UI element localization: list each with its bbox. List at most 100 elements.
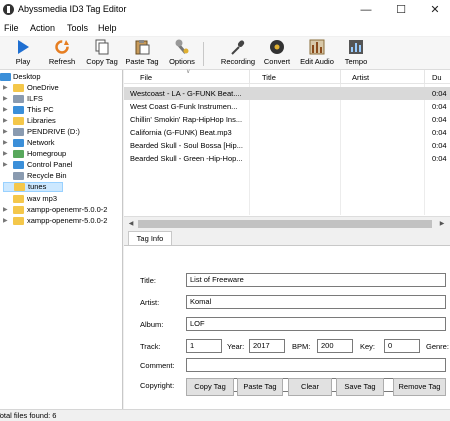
scroll-right-icon[interactable]: ▶ — [437, 219, 447, 229]
tree-item-label: Recycle Bin — [27, 171, 67, 180]
convert-icon — [270, 40, 284, 54]
album-field[interactable]: LOF — [186, 317, 446, 331]
drive-icon — [13, 128, 24, 136]
maximize-button[interactable]: ☐ — [384, 0, 418, 20]
play-button[interactable]: Play — [8, 39, 38, 69]
menu-file[interactable]: File — [4, 23, 19, 33]
edit-audio-icon — [309, 39, 325, 55]
paste-tag-icon — [135, 40, 150, 55]
folder-icon — [13, 84, 24, 92]
network-icon — [13, 139, 24, 147]
copy-tag-form-button[interactable]: Copy Tag — [186, 378, 234, 396]
recycle-bin-icon — [13, 172, 24, 180]
tempo-icon — [349, 40, 363, 54]
convert-button[interactable]: Convert — [260, 39, 294, 69]
expand-arrow-icon[interactable]: ▶ — [3, 116, 8, 126]
tab-tag-info[interactable]: Tag Info — [128, 231, 172, 245]
toolbar-divider — [203, 42, 204, 66]
year-field[interactable]: 2017 — [249, 339, 285, 353]
toolbar: Play Refresh Copy Tag Paste Tag Options … — [0, 37, 450, 70]
recording-label: Recording — [220, 57, 256, 66]
menu-help[interactable]: Help — [98, 23, 117, 33]
tree-item-label: PENDRIVE (D:) — [27, 127, 80, 136]
expand-arrow-icon[interactable]: ▶ — [3, 205, 8, 215]
file-row[interactable]: Westcoast - LA - G-FUNK Beat.... 0:04 — [124, 87, 450, 100]
column-divider[interactable] — [249, 70, 250, 84]
app-logo-icon — [3, 4, 14, 15]
menu-tools[interactable]: Tools — [67, 23, 88, 33]
copyright-label: Copyright: — [140, 381, 175, 390]
tree-item-label: Control Panel — [27, 160, 73, 169]
recording-button[interactable]: Recording — [218, 39, 258, 69]
file-row[interactable]: Bearded Skull - Green -Hip-Hop... 0:04 — [124, 152, 450, 165]
folder-icon — [13, 195, 24, 203]
expand-arrow-icon[interactable]: ▶ — [3, 105, 8, 115]
track-field[interactable]: 1 — [186, 339, 222, 353]
bpm-field[interactable]: 200 — [317, 339, 353, 353]
title-label: Title: — [140, 276, 156, 285]
column-divider[interactable] — [424, 70, 425, 84]
clear-button[interactable]: Clear — [288, 378, 332, 396]
scroll-left-icon[interactable]: ◀ — [126, 219, 136, 229]
expand-arrow-icon[interactable]: ▶ — [3, 138, 8, 148]
tree-item-label: Desktop — [13, 72, 41, 81]
file-name: Bearded Skull - Green -Hip-Hop... — [130, 154, 243, 163]
minimize-button[interactable]: — — [349, 0, 383, 20]
file-name: California (G-FUNK) Beat.mp3 — [130, 128, 232, 137]
copy-tag-icon — [95, 39, 109, 55]
options-label: Options — [169, 57, 195, 66]
column-divider[interactable] — [340, 70, 341, 84]
expand-arrow-icon[interactable]: ▶ — [3, 94, 8, 104]
tempo-button[interactable]: Tempo — [341, 39, 371, 69]
status-bar: Total files found: 6 — [0, 409, 450, 421]
play-icon — [18, 40, 29, 54]
year-label: Year: — [227, 342, 245, 351]
file-list: File ∨ Title Artist Du Westcoast - LA - … — [124, 69, 450, 230]
refresh-label: Refresh — [48, 57, 76, 66]
column-duration[interactable]: Du — [432, 73, 442, 82]
options-button[interactable]: Options — [166, 39, 198, 69]
title-field[interactable]: List of Freeware — [186, 273, 446, 287]
file-row[interactable]: Bearded Skull - Soul Bossa [Hip... 0:04 — [124, 139, 450, 152]
track-label: Track: — [140, 342, 161, 351]
file-row[interactable]: California (G-FUNK) Beat.mp3 0:04 — [124, 126, 450, 139]
tree-item-tunes[interactable]: tunes — [3, 182, 63, 192]
save-tag-button[interactable]: Save Tag — [336, 378, 384, 396]
user-icon — [13, 95, 24, 103]
edit-audio-label: Edit Audio — [300, 57, 334, 66]
column-title[interactable]: Title — [262, 73, 276, 82]
column-artist[interactable]: Artist — [352, 73, 369, 82]
file-duration: 0:04 — [432, 89, 447, 98]
scrollbar-thumb[interactable] — [138, 220, 432, 228]
menu-bar: File Action Tools Help — [0, 20, 450, 36]
paste-tag-button[interactable]: Paste Tag — [122, 39, 162, 69]
sort-arrow-icon: ∨ — [186, 69, 191, 75]
edit-audio-button[interactable]: Edit Audio — [297, 39, 337, 69]
expand-arrow-icon[interactable]: ▶ — [3, 149, 8, 159]
desktop-icon — [0, 73, 11, 81]
file-row[interactable]: West Coast G-Funk Instrumen... 0:04 — [124, 100, 450, 113]
tree-item-label: xampp-openemr-5.0.0-2 — [27, 205, 108, 214]
tree-item-label: wav mp3 — [27, 194, 58, 203]
copy-tag-label: Copy Tag — [86, 57, 118, 66]
file-row[interactable]: Chillin' Smokin' Rap-HipHop Ins... 0:04 — [124, 113, 450, 126]
expand-arrow-icon[interactable]: ▶ — [3, 83, 8, 93]
refresh-icon — [55, 40, 69, 54]
close-button[interactable]: ✕ — [418, 0, 450, 20]
horizontal-scrollbar[interactable]: ◀ ▶ — [124, 216, 450, 230]
menu-action[interactable]: Action — [30, 23, 55, 33]
tree-item-label: Homegroup — [27, 149, 67, 158]
column-file[interactable]: File — [140, 73, 152, 82]
refresh-button[interactable]: Refresh — [45, 39, 79, 69]
computer-icon — [13, 106, 24, 114]
artist-field[interactable]: Komal — [186, 295, 446, 309]
paste-tag-form-button[interactable]: Paste Tag — [237, 378, 283, 396]
tree-item-label: Libraries — [27, 116, 56, 125]
expand-arrow-icon[interactable]: ▶ — [3, 127, 8, 137]
expand-arrow-icon[interactable]: ▶ — [3, 216, 8, 226]
remove-tag-button[interactable]: Remove Tag — [393, 378, 446, 396]
comment-field[interactable] — [186, 358, 446, 372]
key-field[interactable]: 0 — [384, 339, 420, 353]
copy-tag-button[interactable]: Copy Tag — [84, 39, 120, 69]
expand-arrow-icon[interactable]: ▶ — [3, 160, 8, 170]
